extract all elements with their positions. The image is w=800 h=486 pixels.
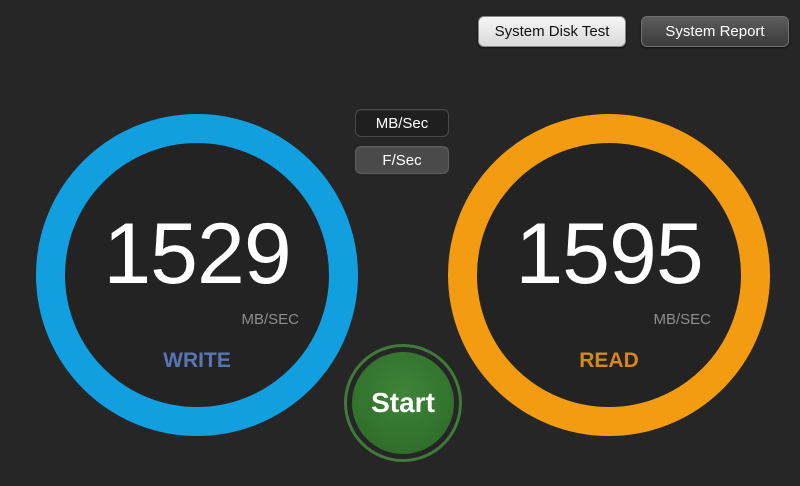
start-button-label: Start <box>352 352 454 454</box>
mb-sec-toggle-button[interactable]: MB/Sec <box>355 109 449 137</box>
start-button[interactable]: Start <box>344 344 462 462</box>
read-speed-gauge: 1595 MB/SEC READ <box>448 114 770 436</box>
read-speed-value: 1595 <box>515 206 703 302</box>
read-label: READ <box>579 349 639 372</box>
write-speed-unit: MB/SEC <box>241 311 299 328</box>
write-label: WRITE <box>163 349 231 372</box>
write-speed-value: 1529 <box>103 206 291 302</box>
f-sec-toggle-button[interactable]: F/Sec <box>355 146 449 174</box>
system-report-button[interactable]: System Report <box>641 16 789 47</box>
read-speed-unit: MB/SEC <box>653 311 711 328</box>
write-speed-gauge: 1529 MB/SEC WRITE <box>36 114 358 436</box>
system-disk-test-button[interactable]: System Disk Test <box>478 16 626 47</box>
